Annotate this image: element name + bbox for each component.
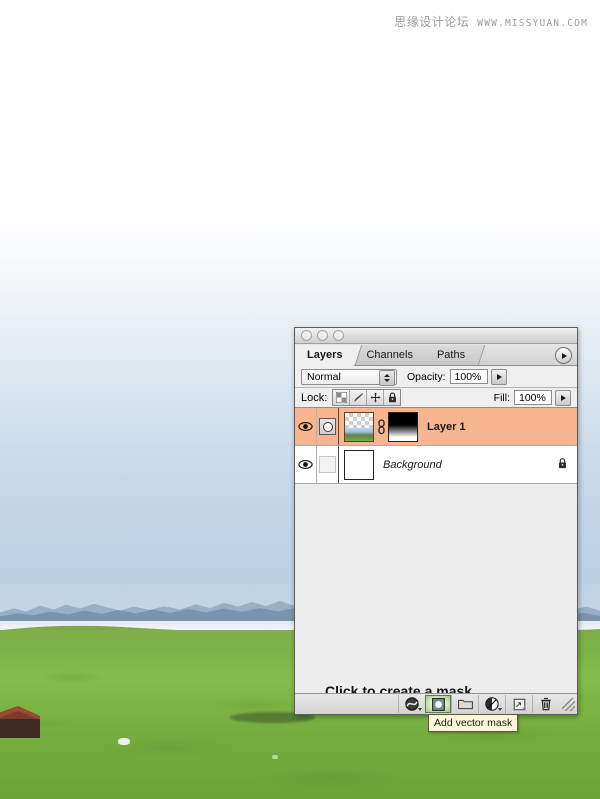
sheep-1 xyxy=(118,738,130,745)
palette-tabstrip[interactable]: Layers Channels Paths xyxy=(295,344,577,366)
chain-link-icon xyxy=(377,418,385,434)
layer-thumbnail-background[interactable] xyxy=(344,449,374,480)
fx-circle-icon xyxy=(405,697,419,711)
sheep-3 xyxy=(272,755,278,759)
layer-style-button[interactable] xyxy=(398,695,425,713)
layer-row-background[interactable]: Background xyxy=(295,446,577,484)
layer-mask-indicator-cell-layer-1[interactable] xyxy=(317,408,339,445)
add-layer-mask-button[interactable] xyxy=(425,695,451,713)
thumbnail-photo-content xyxy=(345,427,373,441)
fill-slider-button[interactable] xyxy=(555,389,571,406)
layer-link-cell-background[interactable] xyxy=(317,446,339,483)
lock-transparent-pixels-button[interactable] xyxy=(333,390,351,405)
blend-mode-select[interactable]: Normal xyxy=(301,368,397,386)
move-cross-icon xyxy=(370,392,381,403)
layer-mask-link-icon[interactable] xyxy=(374,418,388,435)
padlock-icon xyxy=(559,457,566,468)
watermark-url: WWW.MISSYUAN.COM xyxy=(477,18,588,29)
lock-position-button[interactable] xyxy=(367,390,385,405)
layer-locked-badge xyxy=(557,457,568,472)
layers-list[interactable]: Layer 1 Background Click to create a mas… xyxy=(295,408,577,693)
tab-paths[interactable]: Paths xyxy=(424,345,478,365)
close-button-icon[interactable] xyxy=(301,330,312,341)
dropdown-caret-icon xyxy=(498,708,502,711)
opacity-slider-button[interactable] xyxy=(490,368,507,385)
barn-building xyxy=(0,706,40,738)
layer-name-layer-1[interactable]: Layer 1 xyxy=(427,421,466,433)
tab-channels[interactable]: Channels xyxy=(354,345,425,365)
eye-icon xyxy=(298,460,313,469)
fill-label: Fill: xyxy=(493,391,510,404)
new-page-icon xyxy=(513,698,525,710)
empty-link-box xyxy=(319,456,336,473)
lock-button-group[interactable] xyxy=(332,389,402,406)
chevron-right-icon xyxy=(562,352,567,359)
lock-label: Lock: xyxy=(301,391,328,404)
opacity-label: Opacity: xyxy=(407,370,446,383)
blend-mode-value: Normal xyxy=(307,370,341,383)
lock-options-row: Lock: Fill: 100% xyxy=(295,388,577,408)
updown-arrows-icon[interactable] xyxy=(379,370,395,386)
watermark-chinese: 思缘设计论坛 xyxy=(394,15,470,29)
new-adjustment-layer-button[interactable] xyxy=(478,695,505,713)
layer-thumbnail-layer-1[interactable] xyxy=(344,411,374,442)
minimize-button-icon[interactable] xyxy=(317,330,328,341)
palette-titlebar[interactable] xyxy=(295,328,577,344)
zoom-button-icon[interactable] xyxy=(333,330,344,341)
brush-icon xyxy=(353,393,363,402)
blend-options-row: Normal Opacity: 100% xyxy=(295,366,577,388)
layers-palette-window[interactable]: Layers Channels Paths Normal Opacity: 10… xyxy=(294,327,578,715)
layer-mask-thumbnail-layer-1[interactable] xyxy=(388,411,418,442)
new-layer-button[interactable] xyxy=(505,695,532,713)
lock-image-pixels-button[interactable] xyxy=(350,390,368,405)
layer-name-background[interactable]: Background xyxy=(383,459,442,471)
half-circle-icon xyxy=(485,697,499,711)
palette-menu-icon[interactable] xyxy=(555,347,572,364)
eye-icon xyxy=(298,422,313,431)
layer-row-layer-1[interactable]: Layer 1 xyxy=(295,408,577,446)
watermark: 思缘设计论坛 WWW.MISSYUAN.COM xyxy=(394,13,588,30)
dropdown-caret-icon xyxy=(418,708,422,711)
annotation-text: Click to create a mask xyxy=(325,683,473,693)
padlock-icon xyxy=(388,392,396,403)
lock-all-button[interactable] xyxy=(384,390,401,405)
mask-mode-indicator-icon[interactable] xyxy=(319,418,336,435)
trash-icon xyxy=(541,697,551,711)
tooltip: Add vector mask xyxy=(428,714,519,732)
layer-visibility-toggle-layer-1[interactable] xyxy=(295,408,317,445)
opacity-input[interactable]: 100% xyxy=(449,369,488,384)
folder-icon xyxy=(457,699,473,710)
delete-layer-button[interactable] xyxy=(532,695,559,713)
tab-layers[interactable]: Layers xyxy=(295,345,355,366)
checkerboard-icon xyxy=(335,392,347,403)
mask-circle-icon xyxy=(431,697,445,711)
layer-visibility-toggle-background[interactable] xyxy=(295,446,317,483)
palette-bottom-toolbar[interactable] xyxy=(295,693,577,714)
fill-input[interactable]: 100% xyxy=(514,390,552,405)
new-group-button[interactable] xyxy=(451,695,478,713)
resize-grip-handle[interactable] xyxy=(562,697,575,711)
